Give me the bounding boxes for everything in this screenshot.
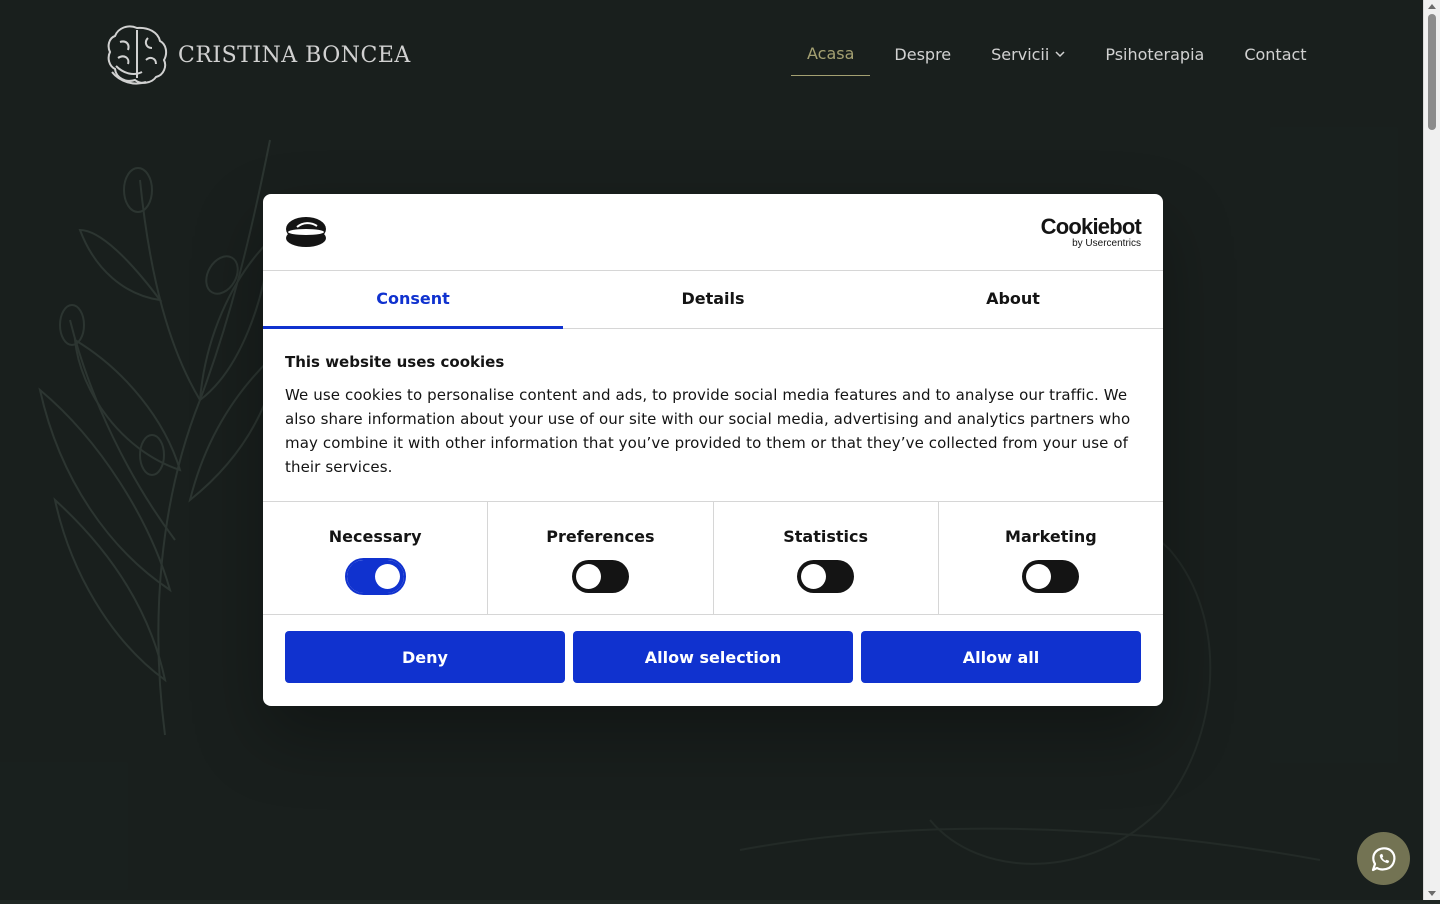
toggle-knob — [1026, 564, 1052, 589]
whatsapp-button[interactable] — [1357, 832, 1410, 885]
toggle-label-necessary: Necessary — [328, 527, 422, 546]
toggle-cell-statistics: Statistics — [714, 502, 939, 614]
deny-button[interactable]: Deny — [285, 631, 565, 683]
site-favicon-icon — [286, 217, 326, 247]
preferences-toggle[interactable] — [571, 560, 629, 593]
toggle-label-statistics: Statistics — [783, 527, 868, 546]
scrollbar-thumb[interactable] — [1428, 14, 1436, 130]
necessary-toggle[interactable] — [344, 558, 406, 595]
cookiebot-brand-sub: by Usercentrics — [1072, 238, 1141, 249]
marketing-toggle[interactable] — [1022, 560, 1080, 593]
toggle-label-preferences: Preferences — [546, 527, 655, 546]
allow-selection-button[interactable]: Allow selection — [573, 631, 853, 683]
cookie-dialog-body: This website uses cookies We use cookies… — [263, 329, 1163, 501]
whatsapp-icon — [1371, 846, 1395, 871]
allow-all-button[interactable]: Allow all — [861, 631, 1141, 683]
cookie-dialog-buttons: Deny Allow selection Allow all — [263, 615, 1163, 699]
toggle-knob — [374, 564, 400, 589]
tab-details[interactable]: Details — [563, 271, 863, 328]
statistics-toggle[interactable] — [797, 560, 855, 593]
tab-consent[interactable]: Consent — [263, 271, 563, 329]
cookiebot-logo[interactable]: Cookiebot by Usercentrics — [1040, 214, 1142, 250]
toggle-label-marketing: Marketing — [1005, 527, 1097, 546]
cookie-category-toggles: Necessary Preferences Statistics Marketi… — [263, 501, 1163, 615]
cookie-dialog-title: This website uses cookies — [285, 353, 505, 371]
cookie-consent-dialog: Cookiebot by Usercentrics Consent Detail… — [263, 194, 1163, 706]
toggle-cell-preferences: Preferences — [488, 502, 714, 614]
tab-about[interactable]: About — [863, 271, 1163, 328]
toggle-cell-marketing: Marketing — [939, 502, 1163, 614]
cookie-dialog-tabs: Consent Details About — [263, 271, 1163, 329]
cookiebot-brand-name: Cookiebot — [1040, 214, 1142, 239]
scroll-down-arrow[interactable] — [1428, 891, 1436, 896]
cookie-dialog-header: Cookiebot by Usercentrics — [263, 194, 1163, 271]
page-scrollbar[interactable] — [1423, 0, 1440, 900]
toggle-knob — [575, 564, 601, 589]
scroll-up-arrow[interactable] — [1428, 4, 1436, 9]
toggle-knob — [801, 564, 827, 589]
toggle-cell-necessary: Necessary — [263, 502, 489, 614]
cookie-dialog-text: We use cookies to personalise content an… — [285, 386, 1131, 476]
